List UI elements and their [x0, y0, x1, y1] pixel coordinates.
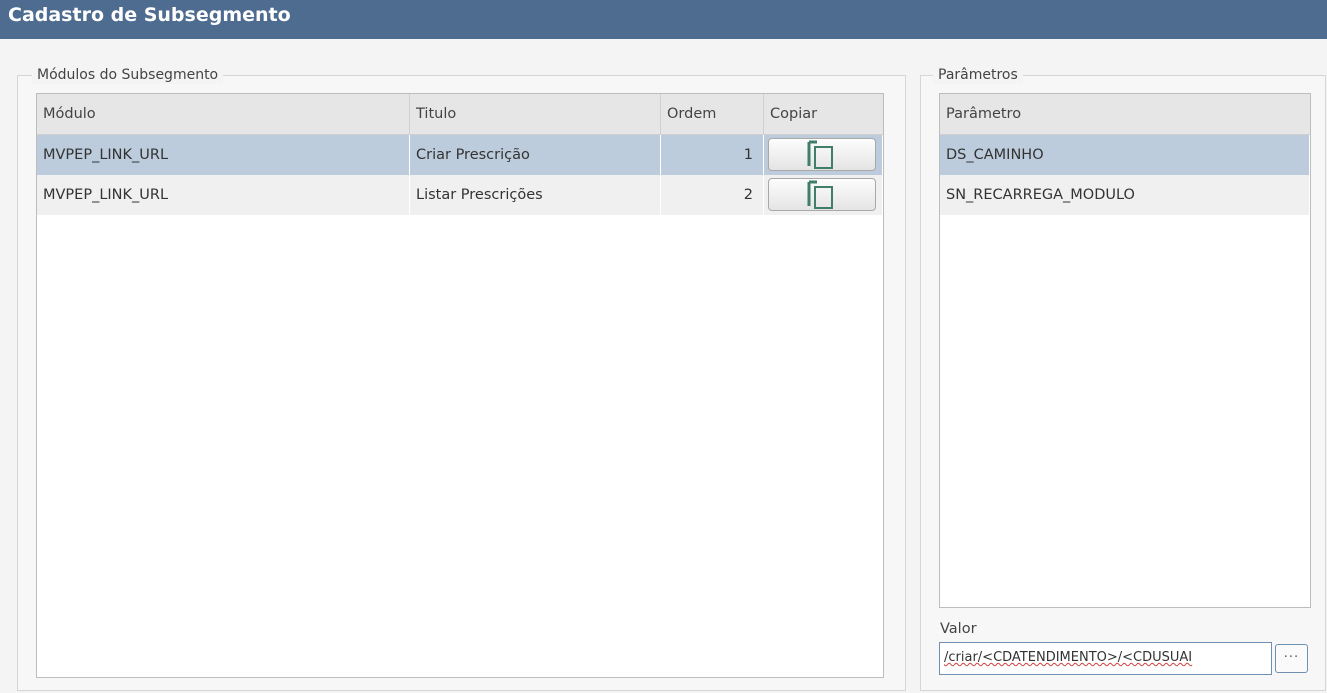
column-header-copiar[interactable]: Copiar: [764, 94, 883, 134]
cell-copiar: [764, 135, 883, 175]
column-header-parametro[interactable]: Parâmetro: [940, 94, 1310, 134]
copy-button[interactable]: [768, 138, 876, 171]
cell-ordem: 2: [661, 175, 764, 215]
parametros-grid-header: Parâmetro: [940, 94, 1310, 135]
column-header-ordem[interactable]: Ordem: [661, 94, 764, 134]
column-header-titulo[interactable]: Titulo: [410, 94, 661, 134]
copy-icon: [807, 140, 833, 169]
list-item[interactable]: SN_RECARREGA_MODULO: [940, 175, 1310, 215]
modulos-grid-header: Módulo Titulo Ordem Copiar: [37, 94, 883, 135]
copy-button[interactable]: [768, 178, 876, 211]
modulos-grid: Módulo Titulo Ordem Copiar MVPEP_LINK_UR…: [36, 93, 884, 678]
modulos-fieldset: Módulos do Subsegmento Módulo Titulo Ord…: [17, 66, 906, 691]
valor-field[interactable]: /criar/<CDATENDIMENTO>/<CDUSUAI: [939, 642, 1272, 675]
table-row[interactable]: MVPEP_LINK_URL Listar Prescrições 2: [37, 175, 883, 215]
parametros-legend: Parâmetros: [933, 66, 1023, 84]
cell-modulo: MVPEP_LINK_URL: [37, 175, 410, 215]
list-item[interactable]: DS_CAMINHO: [940, 135, 1310, 175]
window-title: Cadastro de Subsegmento: [0, 0, 1327, 39]
table-row[interactable]: MVPEP_LINK_URL Criar Prescrição 1: [37, 135, 883, 175]
modulos-legend: Módulos do Subsegmento: [32, 66, 224, 84]
cell-copiar: [764, 175, 883, 215]
cell-ordem: 1: [661, 135, 764, 175]
cell-titulo: Criar Prescrição: [410, 135, 661, 175]
cell-titulo: Listar Prescrições: [410, 175, 661, 215]
parametros-grid: Parâmetro DS_CAMINHO SN_RECARREGA_MODULO: [939, 93, 1311, 608]
parametros-fieldset: Parâmetros Parâmetro DS_CAMINHO SN_RECAR…: [920, 66, 1326, 691]
cell-parametro: SN_RECARREGA_MODULO: [940, 175, 1310, 215]
valor-label: Valor: [940, 621, 977, 637]
cell-modulo: MVPEP_LINK_URL: [37, 135, 410, 175]
column-header-modulo[interactable]: Módulo: [37, 94, 410, 134]
copy-icon: [807, 180, 833, 209]
browse-button[interactable]: ···: [1275, 644, 1308, 673]
cell-parametro: DS_CAMINHO: [940, 135, 1310, 175]
